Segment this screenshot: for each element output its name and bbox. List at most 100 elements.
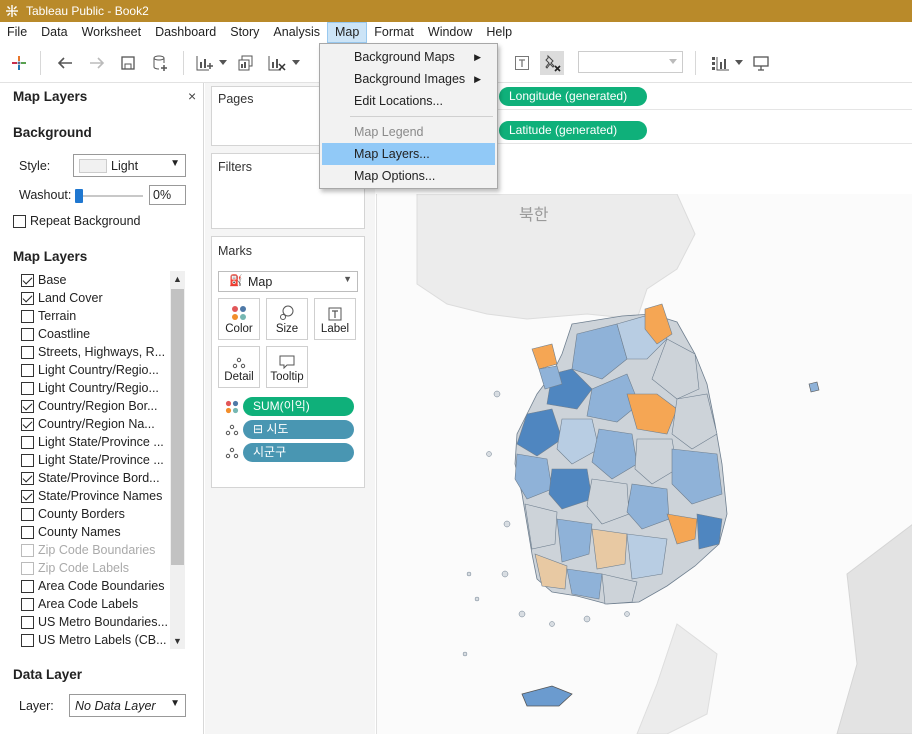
repeat-background-checkbox[interactable]: Repeat Background — [13, 212, 141, 230]
save-icon[interactable] — [116, 51, 140, 75]
menu-window[interactable]: Window — [421, 22, 479, 43]
menu-item-map-options[interactable]: Map Options... — [322, 165, 495, 187]
map-layer-checkbox[interactable] — [21, 471, 34, 485]
new-worksheet-icon[interactable] — [193, 51, 217, 75]
map-view[interactable]: 북한 — [376, 194, 912, 734]
map-layer-checkbox[interactable] — [21, 381, 34, 395]
map-layer-item[interactable]: Light Country/Regio... — [21, 379, 159, 397]
map-layer-item[interactable]: State/Province Bord... — [21, 469, 160, 487]
menu-item-edit-locations[interactable]: Edit Locations... — [322, 90, 495, 112]
fit-width-dropdown[interactable] — [578, 51, 683, 73]
color-button[interactable]: Color — [218, 298, 260, 340]
presentation-mode-icon[interactable] — [749, 51, 773, 75]
size-button[interactable]: Size — [266, 298, 308, 340]
close-icon[interactable]: × — [188, 88, 196, 104]
scroll-up-icon[interactable]: ▲ — [170, 271, 185, 287]
map-layer-checkbox[interactable] — [21, 489, 34, 503]
data-layer-heading: Data Layer — [13, 667, 83, 682]
label-button[interactable]: Label — [314, 298, 356, 340]
menu-worksheet[interactable]: Worksheet — [75, 22, 149, 43]
style-dropdown[interactable]: Light ▼ — [73, 154, 186, 177]
map-layer-checkbox[interactable] — [21, 363, 34, 377]
map-layer-item[interactable]: Area Code Boundaries — [21, 577, 164, 595]
menu-analysis[interactable]: Analysis — [266, 22, 327, 43]
map-layer-item[interactable]: Light State/Province ... — [21, 451, 164, 469]
submenu-arrow-icon: ▶ — [474, 74, 481, 84]
menu-map[interactable]: Map — [326, 22, 368, 43]
map-layer-item[interactable]: County Names — [21, 523, 121, 541]
washout-input[interactable]: 0% — [149, 185, 186, 205]
menu-data[interactable]: Data — [34, 22, 74, 43]
chevron-down-icon[interactable] — [733, 51, 745, 75]
clear-sheet-icon[interactable] — [265, 51, 289, 75]
layer-list-scrollbar[interactable]: ▲ ▼ — [170, 271, 185, 649]
map-layer-item[interactable]: Light State/Province ... — [21, 433, 164, 451]
map-layers-list: Base Land Cover Terrain Coastline Streets, H… — [13, 271, 185, 649]
style-label: Style: — [19, 159, 51, 173]
map-layer-checkbox[interactable] — [21, 327, 34, 341]
map-layer-checkbox[interactable] — [21, 417, 34, 431]
chevron-down-icon[interactable] — [217, 51, 229, 75]
tooltip-button[interactable]: Tooltip — [266, 346, 308, 388]
chevron-down-icon[interactable] — [290, 51, 302, 75]
menu-file[interactable]: File — [0, 22, 34, 43]
washout-slider-thumb[interactable] — [75, 189, 83, 203]
map-layer-item[interactable]: Coastline — [21, 325, 90, 343]
detail-button[interactable]: Detail — [218, 346, 260, 388]
map-layer-item[interactable]: Base — [21, 271, 67, 289]
map-layer-checkbox[interactable] — [21, 309, 34, 323]
map-layer-checkbox[interactable] — [21, 597, 34, 611]
map-layer-label: Area Code Labels — [38, 597, 139, 611]
new-data-source-icon[interactable] — [148, 51, 172, 75]
map-layer-checkbox[interactable] — [21, 291, 34, 305]
duplicate-sheet-icon[interactable] — [234, 51, 258, 75]
fix-axes-pin-icon[interactable] — [540, 51, 564, 75]
mark-field-province[interactable]: ⊟ 시도 — [243, 420, 354, 439]
mark-field-district[interactable]: 시군구 — [243, 443, 354, 462]
undo-icon[interactable] — [53, 51, 77, 75]
map-layer-checkbox[interactable] — [21, 615, 34, 629]
map-layer-checkbox[interactable] — [21, 399, 34, 413]
map-layer-checkbox[interactable] — [21, 345, 34, 359]
map-layer-item[interactable]: US Metro Boundaries... — [21, 613, 168, 631]
map-layer-checkbox[interactable] — [21, 525, 34, 539]
map-layer-item[interactable]: Country/Region Bor... — [21, 397, 158, 415]
map-layer-label: US Metro Labels (CB... — [38, 633, 167, 647]
menu-help[interactable]: Help — [479, 22, 519, 43]
menu-item-background-maps[interactable]: Background Maps ▶ — [322, 46, 495, 68]
show-me-icon[interactable] — [709, 51, 733, 75]
map-layer-checkbox[interactable] — [21, 453, 34, 467]
menu-dashboard[interactable]: Dashboard — [148, 22, 223, 43]
menu-story[interactable]: Story — [223, 22, 266, 43]
map-layer-checkbox[interactable] — [21, 633, 34, 647]
menu-item-map-layers[interactable]: Map Layers... — [322, 143, 495, 165]
washout-slider[interactable] — [75, 189, 143, 203]
map-layer-item[interactable]: US Metro Labels (CB... — [21, 631, 167, 649]
show-mark-labels-icon[interactable] — [510, 51, 534, 75]
scrollbar-thumb[interactable] — [171, 289, 184, 565]
menu-format[interactable]: Format — [367, 22, 421, 43]
map-layer-item[interactable]: State/Province Names — [21, 487, 162, 505]
scroll-down-icon[interactable]: ▼ — [170, 633, 185, 649]
map-layer-checkbox[interactable] — [21, 435, 34, 449]
data-layer-dropdown[interactable]: No Data Layer ▼ — [69, 694, 186, 717]
mark-field-sum-profit[interactable]: SUM(이익) — [243, 397, 354, 416]
map-layer-item[interactable]: Light Country/Regio... — [21, 361, 159, 379]
mark-type-dropdown[interactable]: ⛽ Map ▼ — [218, 271, 358, 292]
map-layer-item[interactable]: Terrain — [21, 307, 76, 325]
longitude-pill[interactable]: Longitude (generated) — [499, 87, 647, 106]
map-layer-item[interactable]: Streets, Highways, R... — [21, 343, 165, 361]
latitude-pill[interactable]: Latitude (generated) — [499, 121, 647, 140]
menu-item-background-images[interactable]: Background Images ▶ — [322, 68, 495, 90]
redo-icon[interactable] — [85, 51, 109, 75]
tableau-start-icon[interactable] — [7, 51, 31, 75]
map-layer-label: State/Province Bord... — [38, 471, 160, 485]
map-layer-item[interactable]: Land Cover — [21, 289, 103, 307]
map-layer-checkbox[interactable] — [21, 507, 34, 521]
checkbox[interactable] — [13, 214, 26, 228]
map-layer-checkbox[interactable] — [21, 273, 34, 287]
map-layer-item[interactable]: Area Code Labels — [21, 595, 138, 613]
map-layer-item[interactable]: Country/Region Na... — [21, 415, 155, 433]
map-layer-item[interactable]: County Borders — [21, 505, 125, 523]
map-layer-checkbox[interactable] — [21, 579, 34, 593]
